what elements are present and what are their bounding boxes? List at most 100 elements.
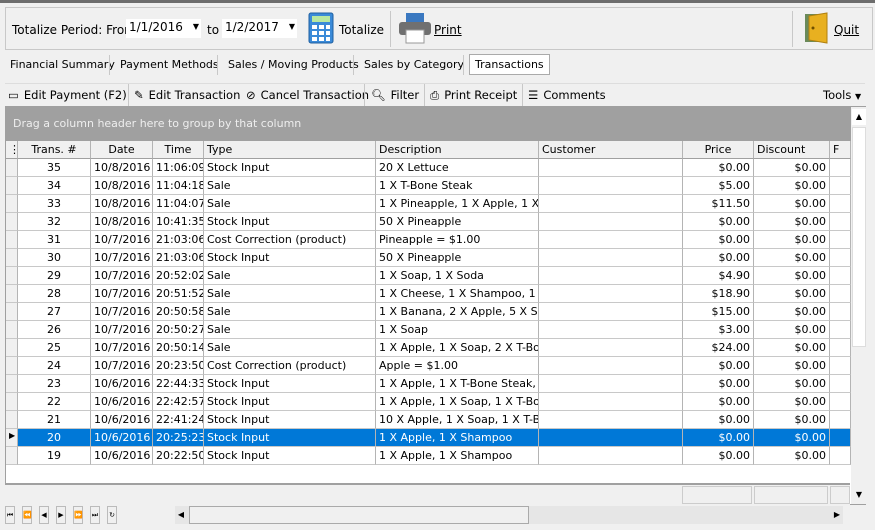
print-button[interactable]: Print bbox=[396, 12, 471, 46]
table-row[interactable]: 24 10/7/2016 20:23:50 Cost Correction (prod… bbox=[6, 357, 851, 375]
refresh-button[interactable]: ↻ bbox=[107, 506, 117, 524]
tab-financial-summary[interactable]: Financial Summary bbox=[6, 56, 119, 73]
vertical-scrollbar[interactable]: ▲ ▼ bbox=[851, 107, 867, 504]
cell-trans: 35 bbox=[18, 159, 91, 177]
cell-description: 10 X Apple, 1 X Soap, 1 X T-Bone bbox=[376, 411, 539, 429]
prev-record-button[interactable]: ◀ bbox=[39, 506, 49, 524]
next-page-button[interactable]: ⏩ bbox=[73, 506, 83, 524]
cell-price: $0.00 bbox=[683, 429, 754, 447]
cell-trans: 33 bbox=[18, 195, 91, 213]
table-row[interactable]: 26 10/7/2016 20:50:27 Sale 1 X Soap $3.00 $0.0… bbox=[6, 321, 851, 339]
table-row[interactable]: 35 10/8/2016 11:06:09 Stock Input 20 X Lettu… bbox=[6, 159, 851, 177]
cell-price: $0.00 bbox=[683, 159, 754, 177]
last-record-button[interactable]: ⏭ bbox=[90, 506, 100, 524]
comments-label: Comments bbox=[543, 88, 606, 102]
table-row[interactable]: ▶ 20 10/6/2016 20:25:23 Stock Input 1 X Apple… bbox=[6, 429, 851, 447]
next-record-button[interactable]: ▶ bbox=[56, 506, 66, 524]
row-indicator bbox=[6, 231, 18, 249]
row-indicator bbox=[6, 393, 18, 411]
table-row[interactable]: 30 10/7/2016 21:03:06 Stock Input 50 X Pinea… bbox=[6, 249, 851, 267]
chevron-down-icon[interactable]: ▼ bbox=[289, 22, 295, 31]
cancel-icon: ⊘ bbox=[246, 88, 256, 102]
cell-date: 10/7/2016 bbox=[91, 231, 153, 249]
tab-sales-by-category[interactable]: Sales by Category bbox=[360, 56, 468, 73]
tab-transactions[interactable]: Transactions bbox=[469, 54, 550, 75]
cell-price: $0.00 bbox=[683, 231, 754, 249]
column-header[interactable]: Price bbox=[683, 141, 754, 159]
table-row[interactable]: 21 10/6/2016 22:41:24 Stock Input 10 X Apple… bbox=[6, 411, 851, 429]
cell-trans: 21 bbox=[18, 411, 91, 429]
row-indicator bbox=[6, 267, 18, 285]
cell-time: 20:23:50 bbox=[153, 357, 204, 375]
table-row[interactable]: 29 10/7/2016 20:52:02 Sale 1 X Soap, 1 X Sod… bbox=[6, 267, 851, 285]
table-row[interactable]: 25 10/7/2016 20:50:14 Sale 1 X Apple, 1 X So… bbox=[6, 339, 851, 357]
cell-type: Stock Input bbox=[204, 393, 376, 411]
to-date-picker[interactable]: 1/2/2017 ▼ bbox=[222, 19, 297, 38]
edit-payment-button[interactable]: ▭ Edit Payment (F2) bbox=[8, 88, 127, 102]
scroll-right-button[interactable]: ▶ bbox=[831, 506, 843, 524]
cell-customer bbox=[539, 177, 683, 195]
horizontal-scrollbar[interactable]: ◀ ▶ bbox=[175, 506, 843, 524]
row-indicator bbox=[6, 249, 18, 267]
divider bbox=[128, 84, 129, 106]
cell-time: 20:50:58 bbox=[153, 303, 204, 321]
first-record-button[interactable]: ⏮ bbox=[5, 506, 15, 524]
scroll-thumb[interactable] bbox=[852, 127, 866, 347]
comments-button[interactable]: ☰ Comments bbox=[528, 88, 606, 102]
tab-sales-moving-products[interactable]: Sales / Moving Products bbox=[224, 56, 363, 73]
table-row[interactable]: 23 10/6/2016 22:44:33 Stock Input 1 X Apple,… bbox=[6, 375, 851, 393]
filter-label: Filter bbox=[390, 88, 420, 102]
cell-description: Pineapple = $1.00 bbox=[376, 231, 539, 249]
totalize-button[interactable]: Totalize bbox=[306, 12, 391, 46]
from-date-picker[interactable]: 1/1/2016 ▼ bbox=[126, 19, 201, 38]
prev-page-button[interactable]: ⏪ bbox=[22, 506, 32, 524]
cell-price: $0.00 bbox=[683, 357, 754, 375]
printer-icon bbox=[399, 13, 431, 44]
column-header[interactable]: Date bbox=[91, 141, 153, 159]
column-header[interactable]: Time bbox=[153, 141, 204, 159]
scroll-down-button[interactable]: ▼ bbox=[852, 487, 866, 503]
table-row[interactable]: 32 10/8/2016 10:41:35 Stock Input 50 X Pinea… bbox=[6, 213, 851, 231]
column-header[interactable]: F bbox=[830, 141, 851, 159]
table-row[interactable]: 22 10/6/2016 22:42:57 Stock Input 1 X Apple,… bbox=[6, 393, 851, 411]
cell-customer bbox=[539, 393, 683, 411]
cell-time: 11:06:09 bbox=[153, 159, 204, 177]
group-hint: Drag a column header here to group by th… bbox=[13, 117, 302, 130]
cell-discount: $0.00 bbox=[754, 429, 830, 447]
cancel-transaction-button[interactable]: ⊘ Cancel Transaction bbox=[246, 88, 369, 102]
cell-type: Cost Correction (product) bbox=[204, 231, 376, 249]
cell-price: $11.50 bbox=[683, 195, 754, 213]
column-header[interactable]: Type bbox=[204, 141, 376, 159]
column-chooser-icon[interactable]: ⋮ bbox=[6, 141, 18, 159]
cell-trans: 23 bbox=[18, 375, 91, 393]
cell-description: 1 X Soap, 1 X Soda bbox=[376, 267, 539, 285]
tools-menu[interactable]: Tools ▼ bbox=[823, 88, 861, 102]
cell-trans: 20 bbox=[18, 429, 91, 447]
table-row[interactable]: 27 10/7/2016 20:50:58 Sale 1 X Banana, 2 X A… bbox=[6, 303, 851, 321]
column-header[interactable]: Discount bbox=[754, 141, 830, 159]
column-header[interactable]: Description bbox=[376, 141, 539, 159]
scroll-thumb[interactable] bbox=[189, 506, 529, 524]
table-row[interactable]: 19 10/6/2016 20:22:50 Stock Input 1 X Apple,… bbox=[6, 447, 851, 465]
cell-description: 1 X Apple, 1 X Shampoo bbox=[376, 429, 539, 447]
chevron-down-icon[interactable]: ▼ bbox=[193, 22, 199, 31]
print-receipt-button[interactable]: ⎙ Print Receipt bbox=[430, 88, 517, 103]
cell-extra bbox=[830, 357, 851, 375]
table-row[interactable]: 34 10/8/2016 11:04:18 Sale 1 X T-Bone Steak $… bbox=[6, 177, 851, 195]
cell-extra bbox=[830, 429, 851, 447]
grid-footer bbox=[5, 483, 850, 505]
table-row[interactable]: 31 10/7/2016 21:03:06 Cost Correction (prod… bbox=[6, 231, 851, 249]
filter-button[interactable]: 🔍︎ Filter bbox=[371, 88, 419, 102]
scroll-left-button[interactable]: ◀ bbox=[175, 506, 187, 524]
group-by-panel[interactable]: Drag a column header here to group by th… bbox=[6, 107, 851, 141]
tab-payment-methods[interactable]: Payment Methods bbox=[116, 56, 223, 73]
cell-price: $0.00 bbox=[683, 213, 754, 231]
table-row[interactable]: 28 10/7/2016 20:51:52 Sale 1 X Cheese, 1 X S… bbox=[6, 285, 851, 303]
edit-transaction-button[interactable]: ✎ Edit Transaction bbox=[134, 88, 240, 102]
table-row[interactable]: 33 10/8/2016 11:04:07 Sale 1 X Pineapple, 1 … bbox=[6, 195, 851, 213]
cell-date: 10/8/2016 bbox=[91, 195, 153, 213]
column-header[interactable]: Customer bbox=[539, 141, 683, 159]
scroll-up-button[interactable]: ▲ bbox=[852, 109, 866, 125]
column-header[interactable]: Trans. # bbox=[18, 141, 91, 159]
quit-button[interactable]: Quit bbox=[801, 12, 866, 46]
